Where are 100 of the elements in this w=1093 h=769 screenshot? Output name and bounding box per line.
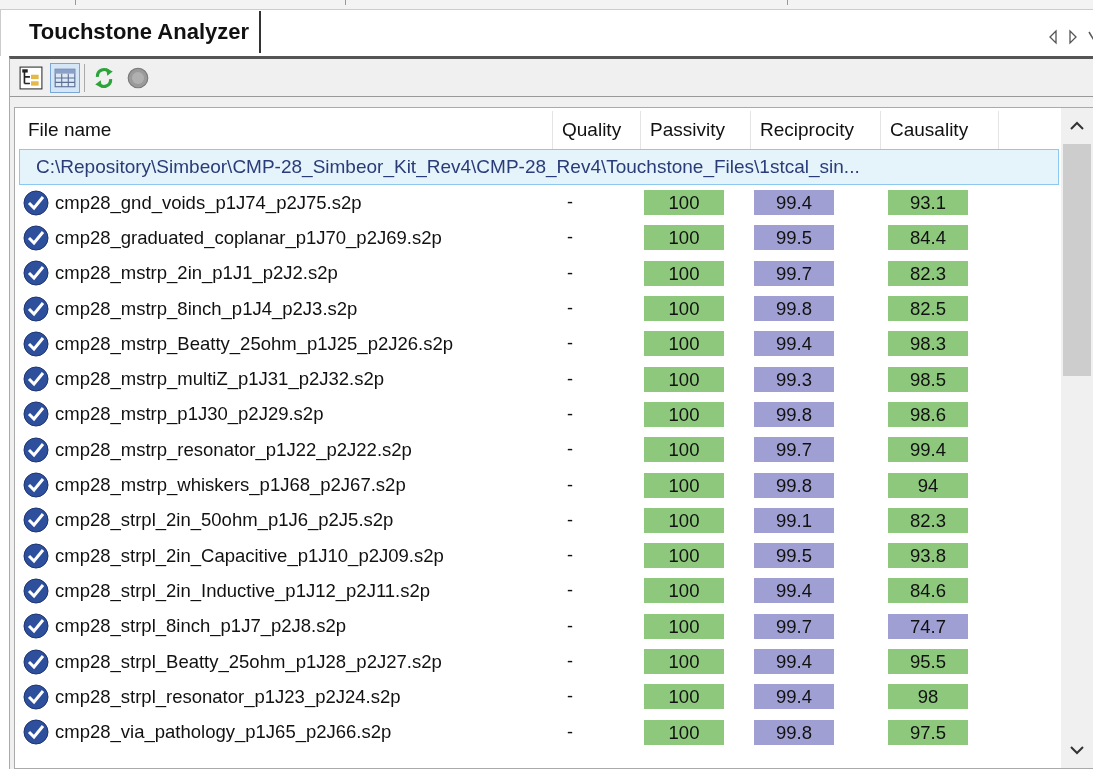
causality-value: 98	[888, 684, 968, 710]
passivity-value: 100	[644, 190, 724, 216]
file-name[interactable]: cmp28_via_pathology_p1J65_p2J66.s2p	[55, 721, 392, 744]
passivity-value: 100	[644, 472, 724, 498]
file-name[interactable]: cmp28_mstrp_Beatty_25ohm_p1J25_p2J26.s2p	[55, 332, 453, 355]
quality-value: -	[567, 545, 573, 566]
reciprocity-value: 99.8	[754, 296, 834, 322]
file-name[interactable]: cmp28_strpl_2in_50ohm_p1J6_p2J5.s2p	[55, 509, 394, 532]
file-name[interactable]: cmp28_mstrp_multiZ_p1J31_p2J32.s2p	[55, 368, 385, 391]
check-icon	[23, 542, 49, 569]
quality-value: -	[567, 298, 573, 319]
reciprocity-value: 99.4	[754, 684, 834, 710]
quality-value: -	[567, 227, 573, 248]
reciprocity-value: 99.7	[754, 260, 834, 286]
causality-value: 99.4	[888, 437, 968, 463]
quality-value: -	[567, 439, 573, 460]
reciprocity-value: 99.4	[754, 190, 834, 216]
quality-value: -	[567, 368, 573, 389]
check-icon	[23, 436, 49, 463]
quality-value: -	[567, 403, 573, 424]
file-name[interactable]: cmp28_mstrp_8inch_p1J4_p2J3.s2p	[55, 297, 358, 320]
vertical-scrollbar[interactable]	[1061, 108, 1093, 768]
file-name[interactable]: cmp28_mstrp_whiskers_p1J68_p2J67.s2p	[55, 474, 406, 496]
file-name[interactable]: cmp28_strpl_8inch_p1J7_p2J8.s2p	[55, 615, 347, 638]
passivity-value: 100	[644, 719, 724, 745]
quality-value: -	[567, 651, 573, 671]
file-name[interactable]: cmp28_strpl_resonator_p1J23_p2J24.s2p	[55, 685, 401, 708]
quality-value: -	[567, 474, 573, 495]
causality-value: 74.7	[888, 613, 968, 639]
file-name[interactable]: cmp28_graduated_coplanar_p1J70_p2J69.s2p	[55, 226, 442, 249]
passivity-value: 100	[644, 437, 724, 463]
scrollbar-thumb[interactable]	[1063, 144, 1091, 376]
file-name[interactable]: cmp28_strpl_Beatty_25ohm_p1J28_p2J27.s2p	[55, 650, 442, 673]
check-icon	[23, 507, 49, 534]
check-icon	[23, 719, 49, 746]
causality-value: 84.6	[888, 578, 968, 604]
file-name[interactable]: cmp28_strpl_2in_Inductive_p1J12_p2J11.s2p	[55, 579, 431, 602]
quality-value: -	[567, 721, 573, 742]
check-icon	[23, 189, 49, 216]
causality-value: 97.5	[888, 719, 968, 745]
causality-value: 98.3	[888, 331, 968, 357]
passivity-value: 100	[644, 401, 724, 427]
check-icon	[23, 683, 49, 710]
quality-value: -	[567, 686, 573, 707]
passivity-value: 100	[644, 507, 724, 533]
file-name[interactable]: cmp28_gnd_voids_p1J74_p2J75.s2p	[55, 191, 362, 214]
causality-value: 93.8	[888, 543, 968, 569]
causality-value: 84.4	[888, 225, 968, 251]
passivity-value: 100	[644, 613, 724, 639]
causality-value: 82.3	[888, 507, 968, 533]
passivity-value: 100	[644, 366, 724, 392]
quality-value: -	[567, 615, 573, 636]
passivity-value: 100	[644, 543, 724, 569]
quality-value: -	[567, 333, 573, 354]
causality-value: 98.5	[888, 366, 968, 392]
file-name[interactable]: cmp28_mstrp_p1J30_p2J29.s2p	[55, 403, 324, 426]
scroll-right-icon[interactable]	[1067, 29, 1079, 45]
quality-value: -	[567, 192, 573, 213]
reciprocity-value: 99.8	[754, 401, 834, 427]
reciprocity-value: 99.4	[754, 578, 834, 604]
causality-value: 82.3	[888, 260, 968, 286]
tree-view-icon	[19, 65, 43, 90]
passivity-value: 100	[644, 578, 724, 604]
file-name[interactable]: cmp28_mstrp_2in_p1J1_p2J2.s2p	[55, 262, 338, 285]
check-icon	[23, 330, 49, 357]
reciprocity-value: 99.7	[754, 437, 834, 463]
check-icon	[23, 224, 49, 251]
check-icon	[23, 260, 49, 287]
scroll-up-icon[interactable]	[1069, 121, 1085, 131]
file-name[interactable]: cmp28_strpl_2in_Capacitive_p1J10_p2J09.s2p	[55, 544, 444, 567]
check-icon	[23, 613, 49, 640]
scroll-left-icon[interactable]	[1047, 29, 1059, 45]
quality-value: -	[567, 580, 573, 601]
check-icon	[23, 577, 49, 604]
reciprocity-value: 99.5	[754, 543, 834, 569]
causality-value: 82.5	[888, 296, 968, 322]
passivity-value: 100	[644, 296, 724, 322]
quality-value: -	[567, 509, 573, 530]
causality-value: 94	[888, 472, 968, 498]
causality-value: 95.5	[888, 649, 968, 674]
reciprocity-value: 99.4	[754, 649, 834, 674]
passivity-value: 100	[644, 649, 724, 674]
stop-icon	[126, 65, 150, 90]
check-icon	[23, 472, 49, 498]
check-icon	[23, 295, 49, 322]
check-icon	[23, 366, 49, 393]
reciprocity-value: 99.7	[754, 613, 834, 639]
folder-path-row[interactable]: C:\Repository\Simbeor\CMP-28_Simbeor_Kit_Rev4\CMP-28_Rev4\Touchstone_Files\1stcal_sin...	[19, 149, 1059, 185]
quality-value: -	[567, 262, 573, 283]
scroll-down-icon[interactable]	[1069, 745, 1085, 755]
reciprocity-value: 99.8	[754, 472, 834, 498]
passivity-value: 100	[644, 225, 724, 251]
passivity-value: 100	[644, 331, 724, 357]
refresh-icon	[92, 65, 116, 90]
causality-value: 98.6	[888, 401, 968, 427]
reciprocity-value: 99.1	[754, 507, 834, 533]
passivity-value: 100	[644, 684, 724, 710]
reciprocity-value: 99.5	[754, 225, 834, 251]
check-icon	[23, 648, 49, 675]
file-name[interactable]: cmp28_mstrp_resonator_p1J22_p2J22.s2p	[55, 438, 412, 461]
